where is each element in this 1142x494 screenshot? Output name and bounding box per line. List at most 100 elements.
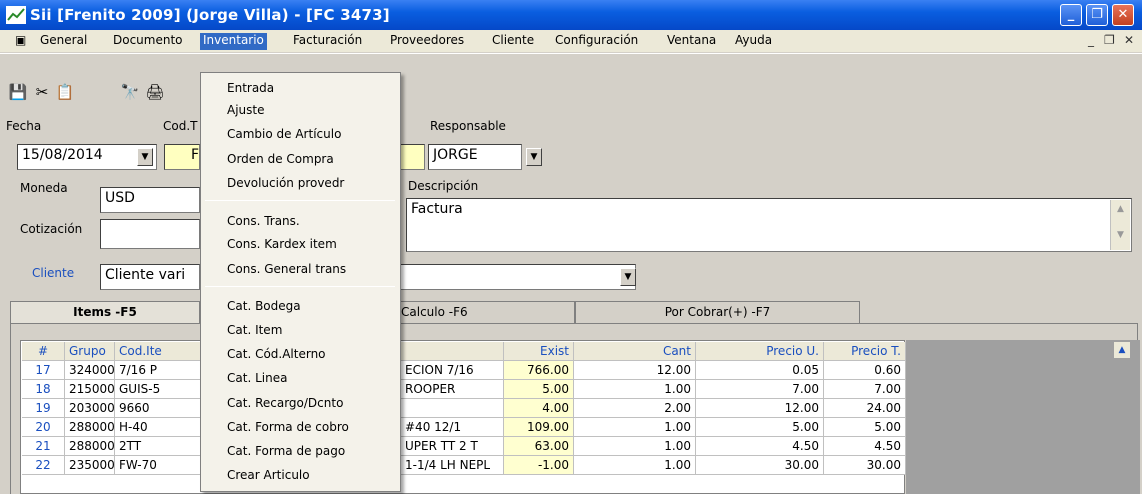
- grid-cell[interactable]: 215000: [65, 380, 115, 399]
- grid-cell[interactable]: 9660: [115, 399, 207, 418]
- grid-cell[interactable]: 12.00: [574, 361, 696, 380]
- scroll-down-icon[interactable]: ▼: [1111, 230, 1130, 240]
- menu-ventana[interactable]: Ventana: [664, 33, 719, 50]
- menu-item-cat-forma-pago[interactable]: Cat. Forma de pago: [227, 444, 345, 458]
- menu-item-orden-compra[interactable]: Orden de Compra: [227, 152, 334, 166]
- grid-cell[interactable]: 1.00: [574, 380, 696, 399]
- moneda-field[interactable]: USD: [100, 187, 200, 213]
- grid-header-cell[interactable]: Grupo: [65, 342, 115, 361]
- menu-item-cons-general[interactable]: Cons. General trans: [227, 262, 346, 276]
- grid-header-cell[interactable]: [401, 342, 504, 361]
- grid-cell[interactable]: 5.00: [824, 418, 906, 437]
- mdi-close-icon[interactable]: ✕: [1124, 33, 1134, 47]
- menu-facturacion[interactable]: Facturación: [290, 33, 365, 50]
- grid-cell[interactable]: 109.00: [504, 418, 574, 437]
- menu-item-cat-cod-alterno[interactable]: Cat. Cód.Alterno: [227, 347, 326, 361]
- grid-header-cell[interactable]: Precio U.: [696, 342, 824, 361]
- menu-cliente[interactable]: Cliente: [489, 33, 537, 50]
- codt-field[interactable]: F: [164, 144, 200, 170]
- menu-item-cat-item[interactable]: Cat. Item: [227, 323, 282, 337]
- menu-item-cat-recargo[interactable]: Cat. Recargo/Dcnto: [227, 396, 343, 410]
- grid-cell[interactable]: 22: [22, 456, 65, 475]
- mdi-restore-icon[interactable]: ❐: [1104, 33, 1115, 47]
- close-button[interactable]: ✕: [1112, 4, 1134, 26]
- grid-cell[interactable]: 324000: [65, 361, 115, 380]
- grid-cell[interactable]: 1-1/4 LH NEPL: [401, 456, 504, 475]
- grid-cell[interactable]: 20: [22, 418, 65, 437]
- menu-proveedores[interactable]: Proveedores: [387, 33, 467, 50]
- grid-cell[interactable]: 7/16 P: [115, 361, 207, 380]
- binoculars-icon[interactable]: 🔭: [120, 82, 140, 102]
- grid-cell[interactable]: 7.00: [696, 380, 824, 399]
- grid-cell[interactable]: [401, 399, 504, 418]
- mdi-doc-icon[interactable]: ▣: [12, 33, 29, 50]
- grid-header-cell[interactable]: Precio T.: [824, 342, 906, 361]
- grid-cell[interactable]: 203000: [65, 399, 115, 418]
- maximize-button[interactable]: ❐: [1086, 4, 1108, 26]
- grid-cell[interactable]: ECION 7/16: [401, 361, 504, 380]
- grid-cell[interactable]: 766.00: [504, 361, 574, 380]
- menu-item-ajuste[interactable]: Ajuste: [227, 103, 265, 117]
- menu-general[interactable]: General: [37, 33, 90, 50]
- print-icon[interactable]: 🖨: [145, 82, 165, 102]
- grid-cell[interactable]: 17: [22, 361, 65, 380]
- menu-item-crear-articulo[interactable]: Crear Articulo: [227, 468, 310, 482]
- grid-cell[interactable]: 30.00: [696, 456, 824, 475]
- scroll-up-icon[interactable]: ▲: [1111, 204, 1130, 214]
- grid-cell[interactable]: 5.00: [696, 418, 824, 437]
- grid-header-cell[interactable]: Cant: [574, 342, 696, 361]
- grid-cell[interactable]: 2.00: [574, 399, 696, 418]
- grid-cell[interactable]: 288000: [65, 437, 115, 456]
- grid-cell[interactable]: -1.00: [504, 456, 574, 475]
- responsable-dropdown-icon[interactable]: ▼: [526, 148, 542, 166]
- grid-cell[interactable]: ROOPER: [401, 380, 504, 399]
- grid-cell[interactable]: 0.60: [824, 361, 906, 380]
- save-icon[interactable]: 💾: [8, 82, 28, 102]
- grid-cell[interactable]: 1.00: [574, 456, 696, 475]
- grid-cell[interactable]: 5.00: [504, 380, 574, 399]
- grid-cell[interactable]: 4.50: [696, 437, 824, 456]
- grid-header-cell[interactable]: Exist: [504, 342, 574, 361]
- tab-por-cobrar[interactable]: Por Cobrar(+) -F7: [575, 301, 860, 323]
- mdi-minimize-icon[interactable]: _: [1088, 33, 1094, 47]
- grid-cell[interactable]: 235000: [65, 456, 115, 475]
- grid-cell[interactable]: 0.05: [696, 361, 824, 380]
- grid-cell[interactable]: 288000: [65, 418, 115, 437]
- menu-documento[interactable]: Documento: [110, 33, 186, 50]
- menu-item-cat-forma-cobro[interactable]: Cat. Forma de cobro: [227, 420, 349, 434]
- grid-cell[interactable]: 4.50: [824, 437, 906, 456]
- grid-cell[interactable]: 21: [22, 437, 65, 456]
- menu-item-cons-trans[interactable]: Cons. Trans.: [227, 214, 300, 228]
- grid-cell[interactable]: #40 12/1: [401, 418, 504, 437]
- grid-cell[interactable]: UPER TT 2 T: [401, 437, 504, 456]
- menu-item-cat-bodega[interactable]: Cat. Bodega: [227, 299, 301, 313]
- tab-items[interactable]: Items -F5: [10, 301, 200, 323]
- menu-configuracion[interactable]: Configuración: [552, 33, 641, 50]
- descripcion-field[interactable]: Factura: [406, 198, 1132, 252]
- grid-cell[interactable]: 4.00: [504, 399, 574, 418]
- grid-cell[interactable]: FW-70: [115, 456, 207, 475]
- menu-item-cambio-articulo[interactable]: Cambio de Artículo: [227, 127, 341, 141]
- minimize-button[interactable]: _: [1060, 4, 1082, 26]
- cut-icon[interactable]: ✂: [32, 82, 52, 102]
- grid-cell[interactable]: 24.00: [824, 399, 906, 418]
- grid-cell[interactable]: 12.00: [696, 399, 824, 418]
- grid-scroll-up-icon[interactable]: ▲: [1114, 342, 1130, 358]
- responsable-field[interactable]: JORGE: [428, 144, 522, 170]
- fecha-dropdown-icon[interactable]: ▼: [137, 148, 153, 166]
- menu-inventario[interactable]: Inventario: [200, 33, 267, 50]
- menu-item-cons-kardex[interactable]: Cons. Kardex item: [227, 237, 337, 251]
- menu-item-entrada[interactable]: Entrada: [227, 81, 274, 95]
- fecha-field[interactable]: 15/08/2014: [17, 144, 157, 170]
- grid-cell[interactable]: 63.00: [504, 437, 574, 456]
- cliente-field[interactable]: Cliente vari: [100, 264, 200, 290]
- cotizacion-field[interactable]: [100, 219, 200, 249]
- grid-cell[interactable]: 18: [22, 380, 65, 399]
- grid-header-cell[interactable]: #: [22, 342, 65, 361]
- grid-cell[interactable]: H-40: [115, 418, 207, 437]
- menu-ayuda[interactable]: Ayuda: [732, 33, 775, 50]
- grid-cell[interactable]: 1.00: [574, 437, 696, 456]
- menu-item-devolucion-provedr[interactable]: Devolución provedr: [227, 176, 344, 190]
- grid-cell[interactable]: 2TT: [115, 437, 207, 456]
- grid-cell[interactable]: GUIS-5: [115, 380, 207, 399]
